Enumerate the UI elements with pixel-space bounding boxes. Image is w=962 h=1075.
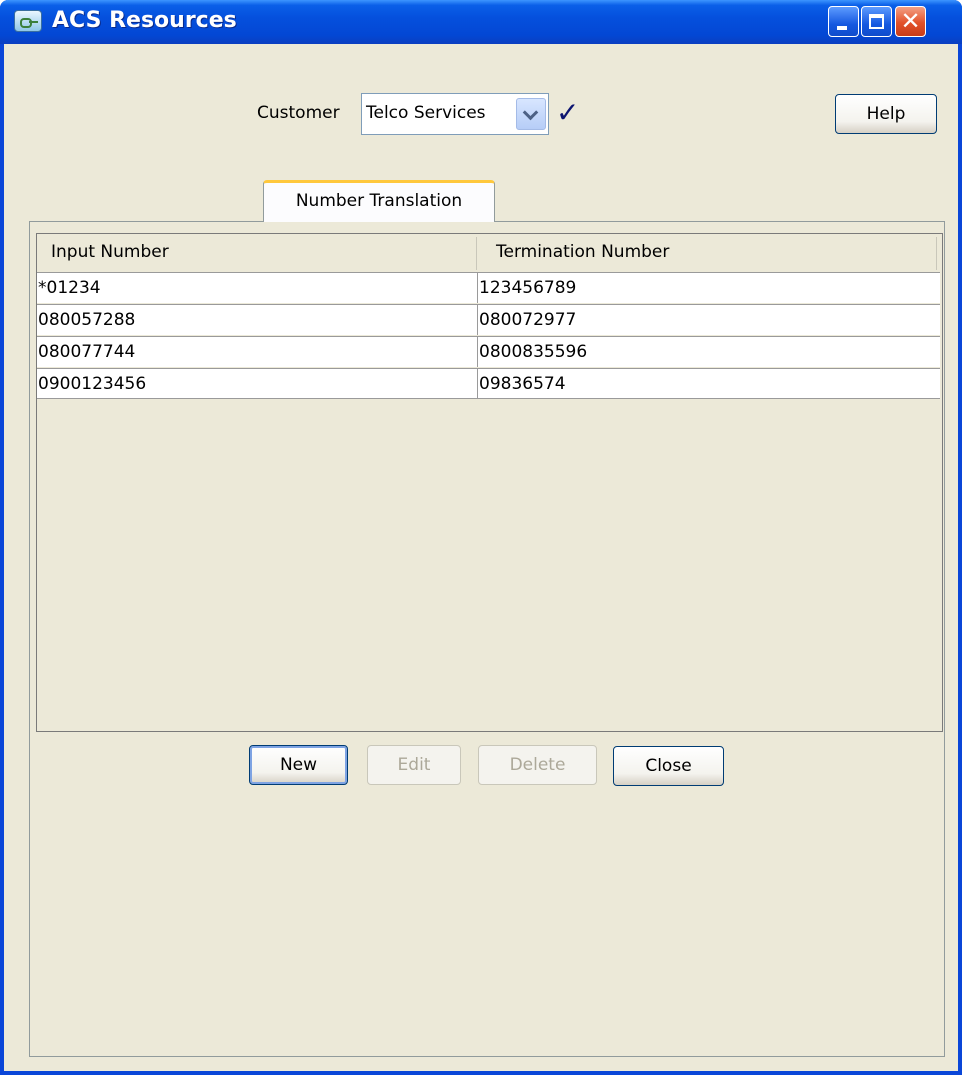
tab-number-translation[interactable]: Number Translation (263, 180, 495, 222)
customer-select-value: Telco Services (366, 103, 486, 123)
close-window-button[interactable]: ✕ (895, 6, 926, 37)
title-bar[interactable]: ACS Resources ✕ (0, 0, 962, 44)
customer-label: Customer (257, 103, 340, 123)
chevron-down-icon (522, 104, 539, 121)
input-number-cell: 080077744 (38, 342, 136, 362)
column-header-input-number[interactable]: Input Number (37, 237, 477, 270)
checkmark-icon: ✓ (556, 96, 580, 129)
tab-label: Number Translation (295, 191, 463, 211)
key-card-icon (14, 10, 42, 32)
table-row[interactable]: *01234 123456789 (37, 272, 940, 303)
help-button[interactable]: Help (835, 94, 937, 134)
new-button[interactable]: New (249, 745, 348, 785)
table-row[interactable]: 0900123456 09836574 (37, 368, 940, 399)
column-header-termination-number[interactable]: Termination Number (477, 237, 937, 270)
input-number-cell: 0900123456 (38, 374, 147, 394)
termination-number-cell: 0800835596 (477, 337, 941, 367)
customer-select[interactable]: Telco Services (361, 93, 549, 135)
table-row[interactable]: 080057288 080072977 (37, 304, 940, 335)
termination-number-cell: 09836574 (477, 369, 941, 399)
termination-number-cell: 123456789 (477, 273, 941, 303)
table-row[interactable]: 080077744 0800835596 (37, 336, 940, 367)
delete-button[interactable]: Delete (478, 745, 597, 785)
minimize-icon (837, 26, 847, 30)
maximize-button[interactable] (861, 6, 892, 37)
close-button[interactable]: Close (613, 746, 724, 786)
window-title: ACS Resources (52, 8, 237, 33)
minimize-button[interactable] (828, 6, 859, 37)
termination-number-cell: 080072977 (477, 305, 941, 335)
input-number-cell: 080057288 (38, 310, 136, 330)
dropdown-button[interactable] (516, 98, 546, 130)
maximize-icon (869, 14, 884, 29)
edit-button[interactable]: Edit (367, 745, 461, 785)
close-icon: ✕ (900, 7, 921, 35)
input-number-cell: *01234 (38, 278, 101, 298)
